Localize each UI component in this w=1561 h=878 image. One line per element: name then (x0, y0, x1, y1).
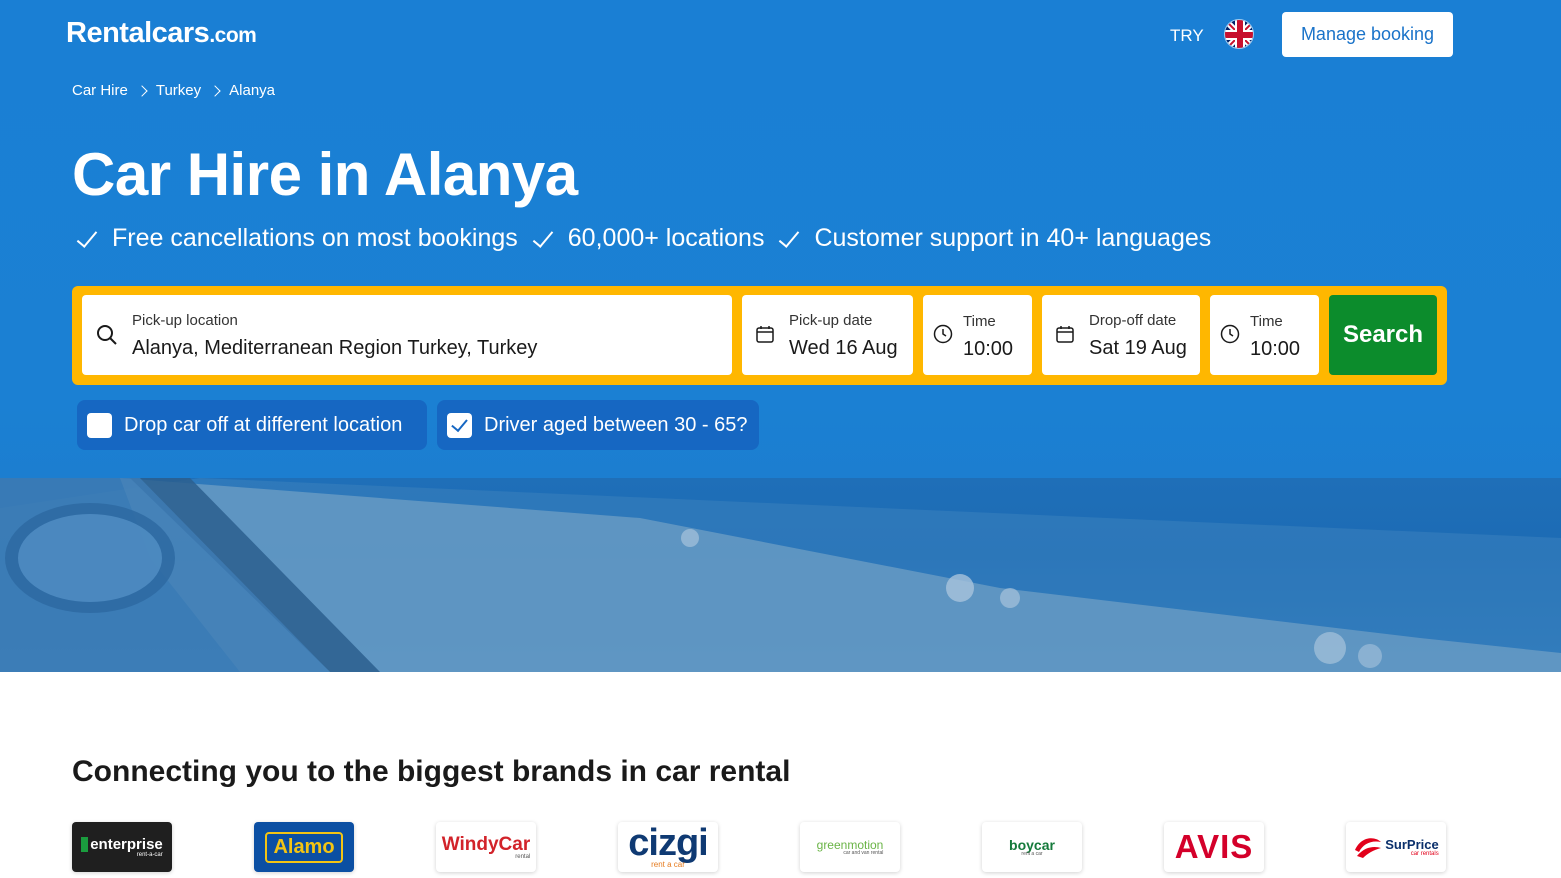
surprice-swoosh-icon (1355, 838, 1382, 858)
breadcrumb: Car Hire Turkey Alanya (72, 82, 275, 99)
driver-age-checkbox[interactable] (447, 412, 472, 438)
brand-logo-enterprise: enterprise rent-a-car (72, 822, 172, 872)
dropoff-date-field[interactable]: Drop-off date Sat 19 Aug (1042, 295, 1200, 375)
hero-background-image (0, 478, 1561, 672)
pickup-location-label: Pick-up location (132, 312, 238, 329)
search-icon (97, 325, 117, 345)
clock-icon (933, 324, 953, 344)
different-location-option[interactable]: Drop car off at different location (77, 400, 427, 450)
calendar-icon (1056, 326, 1074, 343)
brands-heading: Connecting you to the biggest brands in … (72, 755, 791, 788)
coastline-image (0, 478, 1561, 672)
brand-logo-avis: AVIS (1164, 822, 1264, 872)
dropoff-date-label: Drop-off date (1089, 312, 1177, 329)
brand-logo-surprice: SurPrice car rentals (1346, 822, 1446, 872)
chevron-right-icon (136, 84, 148, 97)
breadcrumb-alanya: Alanya (229, 82, 276, 99)
usp-item: Free cancellations on most bookings (76, 224, 518, 253)
usp-item: Customer support in 40+ languages (778, 224, 1211, 253)
pickup-time-label: Time (963, 313, 996, 330)
dropoff-time-value[interactable]: 10:00 (1250, 338, 1300, 361)
dropoff-time-label: Time (1250, 313, 1283, 330)
different-location-checkbox[interactable] (87, 412, 112, 438)
manage-booking-button[interactable]: Manage booking (1282, 12, 1453, 57)
dropoff-time-field[interactable]: Time 10:00 (1210, 295, 1319, 375)
checkmark-icon (532, 225, 554, 253)
different-location-label: Drop car off at different location (124, 413, 403, 436)
usp-list: Free cancellations on most bookings 60,0… (76, 224, 1225, 253)
driver-age-label: Driver aged between 30 - 65? (484, 413, 748, 436)
brand-logo-boycar: boycar rent a car (982, 822, 1082, 872)
brand-logo-windycar: WindyCar rental (436, 822, 536, 872)
brand-logo-greenmotion: greenmotion car and van rental (800, 822, 900, 872)
usp-item: 60,000+ locations (532, 224, 765, 253)
pickup-time-field[interactable]: Time 10:00 (923, 295, 1032, 375)
hero-section: Rentalcars.com TRY Manage booking Car Hi… (0, 0, 1561, 672)
checkmark-icon (778, 225, 800, 253)
driver-age-option[interactable]: Driver aged between 30 - 65? (437, 400, 759, 450)
pickup-date-label: Pick-up date (789, 312, 873, 329)
page-title: Car Hire in Alanya (72, 141, 578, 208)
breadcrumb-turkey[interactable]: Turkey (156, 82, 201, 99)
pickup-location-field[interactable]: Pick-up location Alanya, Mediterranean R… (82, 295, 732, 375)
clock-icon (1220, 324, 1240, 344)
calendar-icon (756, 326, 774, 343)
rentalcars-logo[interactable]: Rentalcars.com (66, 17, 257, 50)
pickup-location-value[interactable]: Alanya, Mediterranean Region Turkey, Tur… (132, 337, 537, 360)
search-button[interactable]: Search (1329, 295, 1437, 375)
checkmark-icon (76, 225, 98, 253)
search-form: Pick-up location Alanya, Mediterranean R… (72, 286, 1447, 385)
chevron-right-icon (209, 84, 221, 97)
pickup-time-value[interactable]: 10:00 (963, 338, 1013, 361)
brand-logo-cizgi: cizgi rent a car (618, 822, 718, 872)
currency-selector[interactable]: TRY (1170, 26, 1204, 46)
pickup-date-field[interactable]: Pick-up date Wed 16 Aug (742, 295, 913, 375)
brand-logo-alamo: Alamo (254, 822, 354, 872)
uk-flag-icon[interactable] (1224, 19, 1254, 49)
pickup-date-value[interactable]: Wed 16 Aug (789, 337, 898, 360)
breadcrumb-car-hire[interactable]: Car Hire (72, 82, 128, 99)
top-navigation: Rentalcars.com TRY Manage booking (0, 0, 1561, 72)
dropoff-date-value[interactable]: Sat 19 Aug (1089, 337, 1187, 360)
